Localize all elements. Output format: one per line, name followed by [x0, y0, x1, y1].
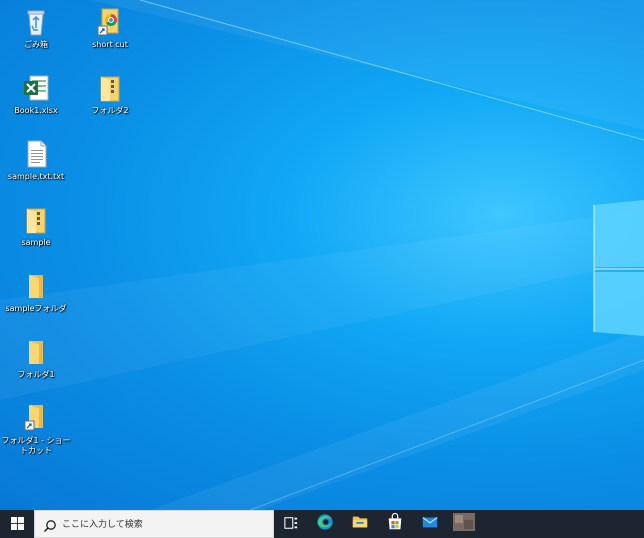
desktop-icon-sample-txt[interactable]: sample.txt.txt	[0, 138, 72, 182]
taskbar-search-box[interactable]: ここに入力して検索	[34, 510, 274, 538]
mail-icon	[421, 513, 439, 535]
desktop-icon-label: sample	[21, 238, 51, 247]
windows-logo-icon	[10, 515, 24, 534]
desktop-icon-label: フォルダ1 - ショートカット	[1, 436, 71, 455]
desktop-icon-sample[interactable]: sample	[0, 204, 72, 248]
folder-icon	[20, 270, 52, 302]
desktop-icon-book1[interactable]: Book1.xlsx	[0, 72, 72, 116]
desktop-icon-label: short cut	[92, 40, 128, 49]
zipped-folder-icon	[20, 204, 52, 236]
desktop-icon-label: フォルダ2	[91, 106, 129, 115]
desktop[interactable]: ごみ箱 Book1.xlsx sample.txt.txt sample sam…	[0, 0, 644, 510]
task-view-icon	[284, 515, 298, 534]
desktop-icon-recycle-bin[interactable]: ごみ箱	[0, 6, 72, 50]
edge-button[interactable]	[308, 510, 342, 538]
desktop-icon-label: Book1.xlsx	[14, 106, 58, 115]
desktop-icon-label: ごみ箱	[24, 40, 48, 49]
task-view-button[interactable]	[274, 510, 308, 538]
shortcut-folder-icon	[94, 6, 126, 38]
file-explorer-button[interactable]	[343, 510, 377, 538]
store-icon	[386, 512, 404, 535]
search-placeholder: ここに入力して検索	[62, 520, 143, 530]
desktop-icon-label: sampleフォルダ	[5, 304, 67, 313]
desktop-icon-folder1[interactable]: フォルダ1	[0, 336, 72, 380]
desktop-icon-sample-folder[interactable]: sampleフォルダ	[0, 270, 72, 314]
folder-shortcut-icon	[20, 402, 52, 434]
excel-file-icon	[20, 72, 52, 104]
desktop-icon-label: sample.txt.txt	[7, 172, 65, 181]
blurred-app-button[interactable]	[447, 510, 481, 538]
store-button[interactable]	[378, 510, 412, 538]
desktop-icon-label: フォルダ1	[17, 370, 55, 379]
file-explorer-icon	[351, 513, 369, 535]
desktop-icon-folder2[interactable]: フォルダ2	[74, 72, 146, 116]
desktop-icon-folder1-shortcut[interactable]: フォルダ1 - ショートカット	[0, 402, 72, 456]
text-file-icon	[20, 138, 52, 170]
zipped-folder-icon	[94, 72, 126, 104]
start-button[interactable]	[0, 510, 34, 538]
desktop-icon-short-cut[interactable]: short cut	[74, 6, 146, 50]
folder-icon	[20, 336, 52, 368]
taskbar: ここに入力して検索	[0, 510, 644, 538]
edge-icon	[316, 513, 334, 535]
mail-button[interactable]	[413, 510, 447, 538]
recycle-bin-icon	[20, 6, 52, 38]
app-icon	[452, 512, 476, 536]
search-icon	[43, 518, 57, 533]
